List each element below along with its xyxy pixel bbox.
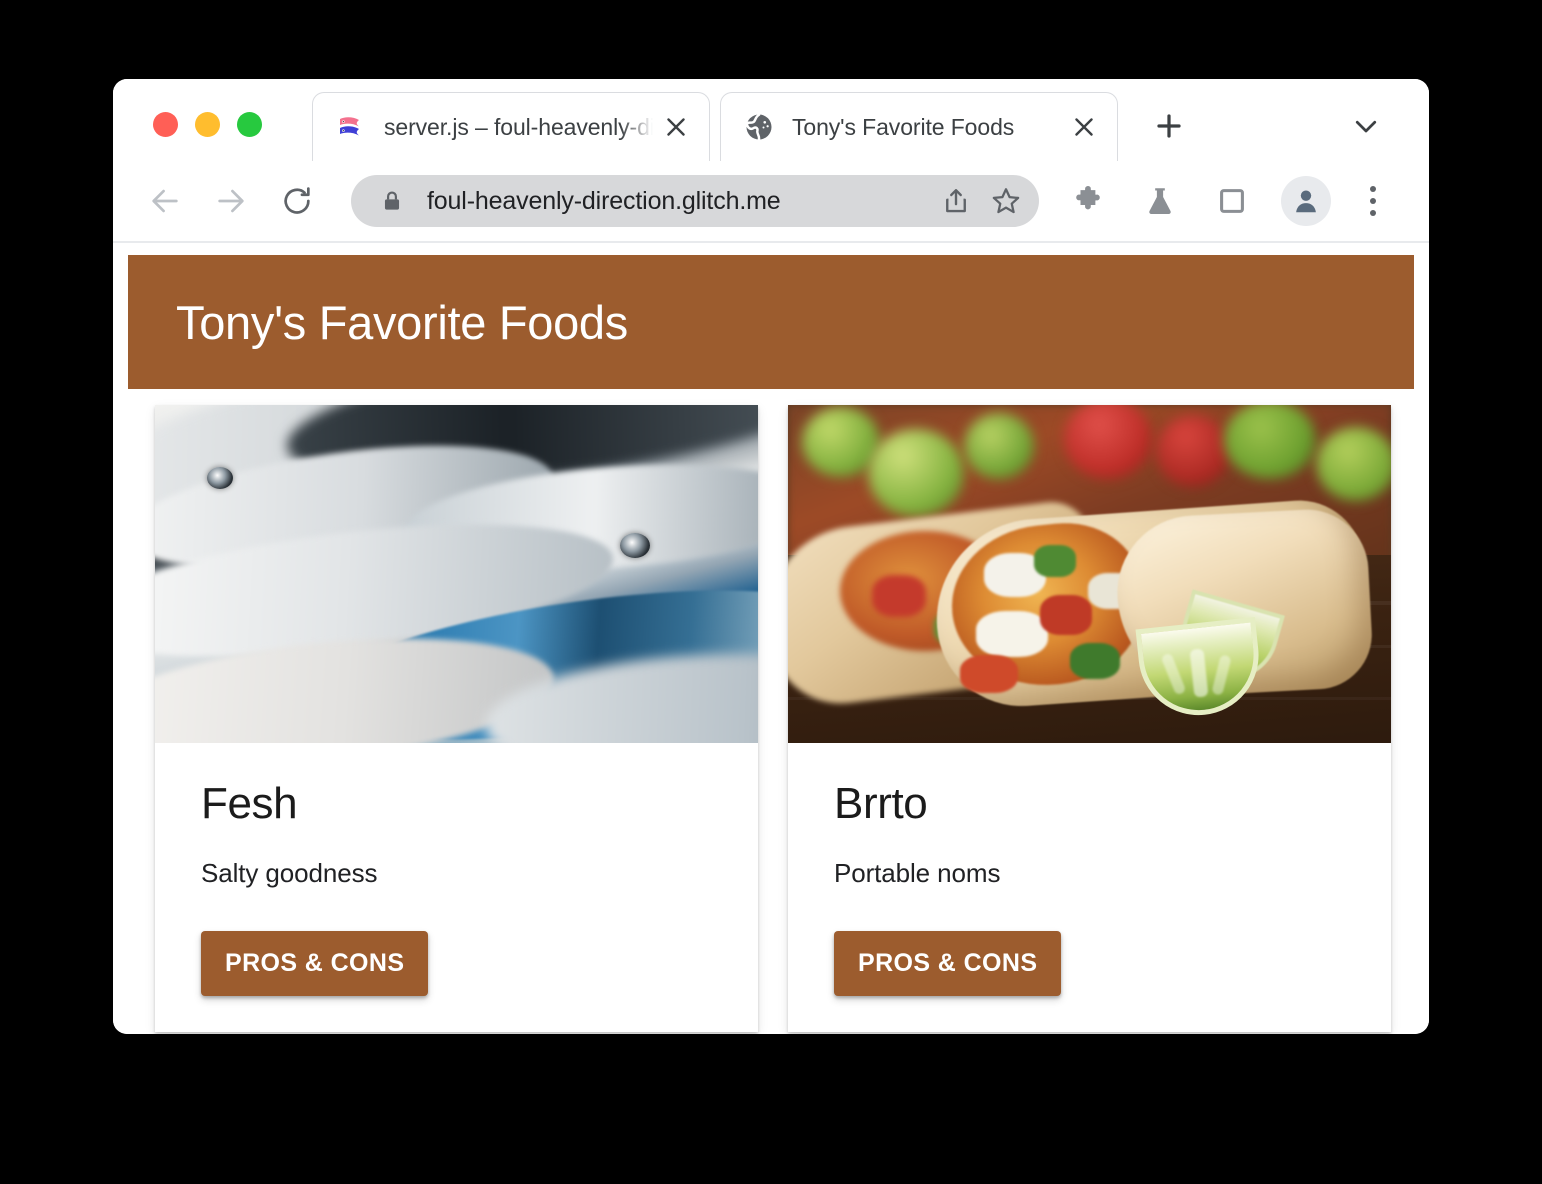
three-dot-menu-icon[interactable] [1353, 178, 1393, 224]
globe-icon [743, 111, 775, 143]
back-button[interactable] [143, 179, 187, 223]
window-close-button[interactable] [153, 112, 178, 137]
tab-strip: server.js – foul-heavenly-dir Tony's Fav… [113, 79, 1429, 161]
tab-title: server.js – foul-heavenly-dir [384, 113, 653, 140]
lime-blurred [964, 413, 1034, 479]
food-card-fesh[interactable]: Fesh Salty goodness PROS & CONS [155, 405, 758, 1033]
tab-title: Tony's Favorite Foods [792, 113, 1015, 140]
reload-button[interactable] [275, 179, 319, 223]
fish-eye [207, 467, 233, 489]
card-description: Portable noms [834, 858, 1001, 889]
food-card-brrto[interactable]: Brrto Portable noms PROS & CONS [788, 405, 1391, 1033]
card-title: Fesh [201, 779, 298, 828]
profile-avatar[interactable] [1281, 176, 1331, 226]
card-body: Brrto Portable noms [788, 743, 1391, 889]
web-page-content: Tony's Favorite Foods Fesh Salty goodnes… [113, 243, 1429, 1034]
fish-photo [155, 405, 758, 743]
extensions-puzzle-icon[interactable] [1065, 178, 1111, 224]
lock-icon [379, 188, 405, 214]
address-bar-url[interactable]: foul-heavenly-direction.glitch.me [427, 187, 929, 216]
tab-close-icon[interactable] [659, 110, 693, 144]
browser-window: server.js – foul-heavenly-dir Tony's Fav… [113, 79, 1429, 1034]
lime-blurred [868, 429, 964, 517]
card-actions: PROS & CONS [788, 889, 1391, 1032]
forward-button[interactable] [209, 179, 253, 223]
tab-list: server.js – foul-heavenly-dir Tony's Fav… [312, 79, 1192, 161]
menu-dot [1370, 186, 1376, 192]
tab-search-chevron-down-icon[interactable] [1343, 103, 1389, 149]
browser-toolbar: foul-heavenly-direction.glitch.me [113, 161, 1429, 243]
pros-and-cons-button[interactable]: PROS & CONS [201, 931, 429, 997]
card-title: Brrto [834, 779, 928, 828]
tab-server-js[interactable]: server.js – foul-heavenly-dir [312, 92, 710, 161]
carp-streamer-icon [335, 111, 367, 143]
card-description: Salty goodness [201, 858, 378, 889]
tab-tonys-favorite-foods[interactable]: Tony's Favorite Foods [720, 92, 1118, 161]
page-title: Tony's Favorite Foods [176, 295, 628, 349]
tab-close-icon[interactable] [1067, 110, 1101, 144]
lime-blurred [1316, 427, 1391, 501]
share-icon[interactable] [933, 178, 979, 224]
address-bar[interactable]: foul-heavenly-direction.glitch.me [351, 175, 1039, 227]
experiments-flask-icon[interactable] [1137, 178, 1183, 224]
menu-dot [1370, 198, 1376, 204]
burrito-photo [788, 405, 1391, 743]
bookmark-star-icon[interactable] [983, 178, 1029, 224]
window-traffic-lights [113, 112, 262, 161]
site-header-banner: Tony's Favorite Foods [128, 255, 1414, 389]
food-card-grid: Fesh Salty goodness PROS & CONS Brrto Po… [155, 405, 1391, 1033]
pepper-blurred [1156, 415, 1230, 487]
menu-dot [1370, 210, 1376, 216]
side-panel-icon[interactable] [1209, 178, 1255, 224]
card-actions: PROS & CONS [155, 889, 758, 1032]
window-minimize-button[interactable] [195, 112, 220, 137]
card-body: Fesh Salty goodness [155, 743, 758, 889]
chicken-piece [976, 611, 1048, 657]
pepper-piece [1070, 643, 1120, 679]
pros-and-cons-button[interactable]: PROS & CONS [834, 931, 1062, 997]
pepper-piece [960, 655, 1018, 693]
new-tab-button[interactable] [1146, 103, 1192, 149]
pepper-piece [1034, 545, 1076, 577]
fish-eye [620, 533, 650, 558]
pepper-piece [872, 575, 926, 617]
pepper-piece [1040, 595, 1092, 635]
window-zoom-button[interactable] [237, 112, 262, 137]
